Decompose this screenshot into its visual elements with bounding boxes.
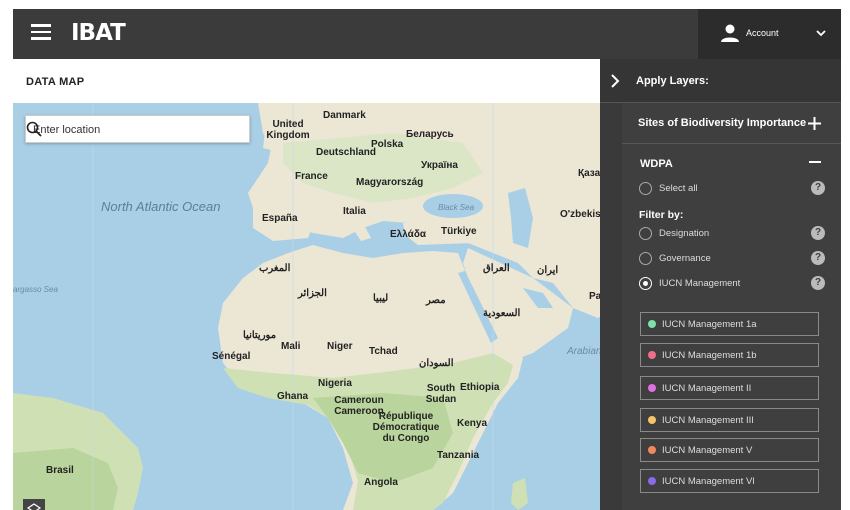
map-label: Україна <box>421 160 458 171</box>
iucn-category-ii[interactable]: IUCN Management II <box>640 376 819 400</box>
map-label: Türkiye <box>441 226 477 237</box>
search-input[interactable] <box>33 121 218 139</box>
layers-icon <box>26 503 42 510</box>
map-label: United Kingdom <box>266 119 310 141</box>
map-label: Danmark <box>323 110 366 121</box>
filter-iucn-management[interactable]: IUCN Management ? <box>639 276 825 292</box>
map-label: Tchad <box>369 346 398 357</box>
map-label: ليبيا <box>373 293 389 304</box>
world-map[interactable]: North Atlantic Ocean Arabian Sea argasso… <box>13 103 622 510</box>
map-label: Polska <box>371 139 404 150</box>
plus-icon[interactable] <box>808 117 821 130</box>
map-label: السعودية <box>483 308 521 319</box>
map-label: Ελλάδα <box>390 229 427 240</box>
filter-by-label: Filter by: <box>639 209 684 221</box>
map-label: Magyarország <box>356 177 424 188</box>
map-label: Nigeria <box>318 378 352 389</box>
category-color-dot <box>648 477 656 485</box>
map-label: North Atlantic Ocean <box>101 199 221 214</box>
iucn-category-1b[interactable]: IUCN Management 1b <box>640 343 819 367</box>
category-color-dot <box>648 351 656 359</box>
map-label: المغرب <box>259 263 291 274</box>
map-label: Brasil <box>46 465 74 476</box>
filter-designation[interactable]: Designation ? <box>639 226 825 242</box>
map-label: Mali <box>281 341 301 352</box>
category-label: IUCN Management 1a <box>662 319 757 330</box>
designation-radio[interactable] <box>639 227 652 240</box>
user-icon <box>721 24 739 42</box>
iucn-category-1a[interactable]: IUCN Management 1a <box>640 312 819 336</box>
map-header: DATA MAP <box>13 59 600 103</box>
iucn-management-radio[interactable] <box>639 277 652 290</box>
account-menu[interactable]: Account <box>698 9 841 59</box>
map-label: Ethiopia <box>460 382 500 393</box>
map-layers-toggle[interactable] <box>23 499 45 510</box>
select-all-radio[interactable] <box>639 182 652 195</box>
ibat-logo[interactable]: IBAT <box>71 20 126 46</box>
account-label: Account <box>746 28 779 38</box>
category-label: IUCN Management V <box>662 445 753 456</box>
iucn-category-v[interactable]: IUCN Management V <box>640 438 819 462</box>
iucn-category-vi[interactable]: IUCN Management VI <box>640 469 819 493</box>
map-label: ایران <box>537 265 559 276</box>
filter-label: IUCN Management <box>659 278 741 289</box>
map-label: Niger <box>327 341 353 352</box>
filter-governance[interactable]: Governance ? <box>639 251 825 267</box>
map-label: Беларусь <box>406 129 454 140</box>
map-label: Ghana <box>277 391 309 402</box>
map-label: Sénégal <box>212 351 251 362</box>
category-label: IUCN Management III <box>662 415 754 426</box>
map-label: موريتانيا <box>243 330 277 341</box>
top-bar: IBAT Account <box>13 9 841 59</box>
map-label: العراق <box>483 263 510 274</box>
map-label: السودان <box>419 358 454 369</box>
category-label: IUCN Management 1b <box>662 350 757 361</box>
category-label: IUCN Management VI <box>662 476 755 487</box>
map-label: Deutschland <box>316 147 377 158</box>
sbi-section-toggle[interactable]: Sites of Biodiversity Importance <box>622 103 841 144</box>
category-color-dot <box>648 384 656 392</box>
map-label: Tanzania <box>437 450 480 461</box>
page-title: DATA MAP <box>26 76 85 88</box>
filter-label: Governance <box>659 253 711 264</box>
category-color-dot <box>648 320 656 328</box>
select-all-label: Select all <box>659 183 698 194</box>
map-label: France <box>295 171 328 182</box>
apply-layers-label: Apply Layers: <box>636 75 709 87</box>
location-search[interactable] <box>25 115 250 143</box>
help-icon[interactable]: ? <box>811 226 825 240</box>
sbi-label: Sites of Biodiversity Importance <box>638 117 807 129</box>
layers-list: Sites of Biodiversity Importance WDPA Se… <box>622 103 841 510</box>
map-land <box>13 103 622 510</box>
layers-panel: Apply Layers: Sites of Biodiversity Impo… <box>600 59 841 510</box>
menu-icon[interactable] <box>31 24 51 40</box>
map-label: République Démocratique du Congo <box>372 411 440 444</box>
category-color-dot <box>648 416 656 424</box>
wdpa-label: WDPA <box>640 158 673 170</box>
chevron-right-icon[interactable] <box>608 73 622 89</box>
map-label: Angola <box>364 477 398 488</box>
map-label: España <box>262 213 298 224</box>
help-icon[interactable]: ? <box>811 181 825 195</box>
minus-icon[interactable] <box>809 161 821 163</box>
apply-layers-header: Apply Layers: <box>600 59 841 103</box>
map-label: Italia <box>343 206 366 217</box>
filter-label: Designation <box>659 228 710 239</box>
category-color-dot <box>648 446 656 454</box>
map-label: argasso Sea <box>13 285 58 294</box>
map-label: مصر <box>426 295 446 306</box>
chevron-down-icon <box>816 30 826 37</box>
map-label: Kenya <box>457 418 488 429</box>
help-icon[interactable]: ? <box>811 276 825 290</box>
help-icon[interactable]: ? <box>811 251 825 265</box>
app-frame: IBAT Account DATA MAP Enter location Nor… <box>13 9 841 510</box>
category-label: IUCN Management II <box>662 383 752 394</box>
governance-radio[interactable] <box>639 252 652 265</box>
map-label: الجزائر <box>298 288 327 299</box>
map-label: Black Sea <box>438 203 475 212</box>
select-all-option[interactable]: Select all ? <box>639 181 825 197</box>
search-icon[interactable] <box>26 121 42 137</box>
iucn-category-iii[interactable]: IUCN Management III <box>640 408 819 432</box>
map-label: South Sudan <box>425 383 457 405</box>
